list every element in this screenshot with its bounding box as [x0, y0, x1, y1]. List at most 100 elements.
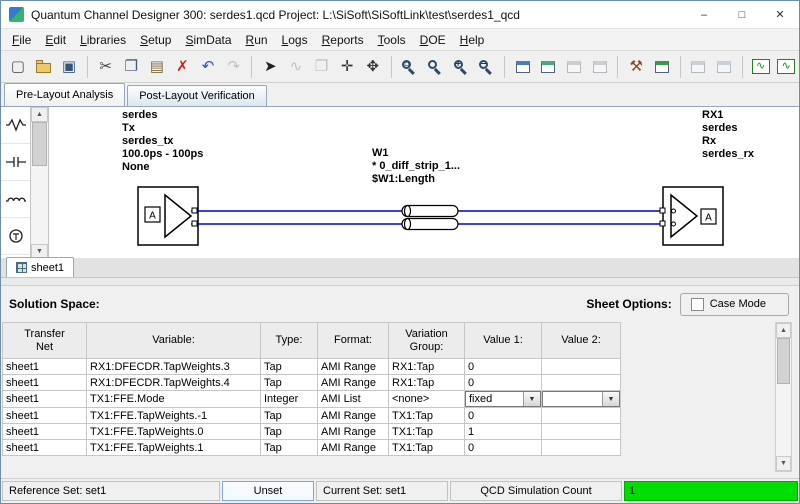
cell-transfer-net[interactable]: sheet1	[3, 408, 87, 424]
cell-transfer-net[interactable]: sheet1	[3, 391, 87, 408]
cell-transfer-net[interactable]: sheet1	[3, 375, 87, 391]
cell-value-1[interactable]: 0	[465, 440, 542, 456]
cell-type[interactable]: Tap	[261, 408, 318, 424]
column-header-value-2[interactable]: Value 2:	[542, 323, 621, 359]
cell-value-2[interactable]	[542, 359, 621, 375]
save-icon[interactable]: ▣	[57, 53, 81, 80]
menu-help[interactable]: Help	[453, 31, 492, 49]
menu-edit[interactable]: Edit	[38, 31, 73, 49]
copy-icon[interactable]: ❐	[119, 53, 143, 80]
tab-pre-layout-analysis[interactable]: Pre-Layout Analysis	[4, 83, 125, 106]
waveform-source-icon[interactable]	[1, 107, 30, 144]
cell-value-1[interactable]: fixed▼	[465, 391, 542, 408]
cell-type[interactable]: Tap	[261, 359, 318, 375]
select-pointer-icon[interactable]: ➤	[258, 53, 282, 80]
table-scrollbar[interactable]: ▲ ▼	[775, 322, 792, 472]
cell-variable[interactable]: TX1:FFE.TapWeights.1	[87, 440, 261, 456]
cell-variable[interactable]: RX1:DFECDR.TapWeights.3	[87, 359, 261, 375]
cell-value-1[interactable]: 1	[465, 424, 542, 440]
cell-variable[interactable]: TX1:FFE.Mode	[87, 391, 261, 408]
palette-scrollbar[interactable]: ▲ ▼	[31, 107, 49, 259]
combo-dropdown-icon[interactable]: ▼	[602, 392, 619, 406]
cell-transfer-net[interactable]: sheet1	[3, 424, 87, 440]
pan-tool-icon[interactable]: ✥	[361, 53, 385, 80]
zoom-out-icon[interactable]: −	[474, 53, 498, 80]
zoom-area-icon[interactable]: ▫	[398, 53, 422, 80]
table-row[interactable]: sheet1RX1:DFECDR.TapWeights.4TapAMI Rang…	[3, 375, 621, 391]
table-row[interactable]: sheet1TX1:FFE.TapWeights.1TapAMI RangeTX…	[3, 440, 621, 456]
table-row[interactable]: sheet1RX1:DFECDR.TapWeights.3TapAMI Rang…	[3, 359, 621, 375]
cell-value-2[interactable]	[542, 424, 621, 440]
scroll-down-icon[interactable]: ▼	[776, 456, 791, 471]
cell-value-2[interactable]	[542, 440, 621, 456]
delete-icon[interactable]: ✗	[171, 53, 195, 80]
paste-icon[interactable]: ▤	[145, 53, 169, 80]
cell-type[interactable]: Tap	[261, 375, 318, 391]
sheet-tab[interactable]: sheet1	[6, 257, 74, 277]
menu-logs[interactable]: Logs	[275, 31, 315, 49]
cell-type[interactable]: Tap	[261, 424, 318, 440]
menu-libraries[interactable]: Libraries	[73, 31, 133, 49]
chart-icon[interactable]	[650, 53, 674, 80]
maximize-button[interactable]: □	[723, 1, 761, 28]
capacitor-icon[interactable]	[1, 144, 30, 181]
table-scroll-thumb[interactable]	[777, 338, 790, 384]
cell-format[interactable]: AMI Range	[318, 424, 389, 440]
cell-transfer-net[interactable]: sheet1	[3, 440, 87, 456]
cell-value-2[interactable]	[542, 408, 621, 424]
unset-button[interactable]: Unset	[222, 481, 314, 501]
cell-format[interactable]: AMI Range	[318, 359, 389, 375]
menu-tools[interactable]: Tools	[371, 31, 413, 49]
panel-splitter[interactable]	[1, 278, 799, 286]
cell-variation-group[interactable]: TX1:Tap	[389, 424, 465, 440]
cell-value-2[interactable]: ▼	[542, 391, 621, 408]
tab-post-layout-verification[interactable]: Post-Layout Verification	[127, 85, 267, 106]
palette-scroll-track[interactable]	[31, 122, 48, 244]
scroll-up-icon[interactable]: ▲	[31, 107, 48, 122]
column-header-format[interactable]: Format:	[318, 323, 389, 359]
cell-variable[interactable]: TX1:FFE.TapWeights.0	[87, 424, 261, 440]
cell-format[interactable]: AMI List	[318, 391, 389, 408]
cell-variable[interactable]: TX1:FFE.TapWeights.-1	[87, 408, 261, 424]
cell-type[interactable]: Integer	[261, 391, 318, 408]
tx-buffer-symbol[interactable]	[138, 187, 198, 245]
menu-doe[interactable]: DOE	[413, 31, 453, 49]
column-header-value-1[interactable]: Value 1:	[465, 323, 542, 359]
palette-scroll-thumb[interactable]	[32, 122, 47, 166]
cell-variation-group[interactable]: TX1:Tap	[389, 408, 465, 424]
cell-value-1[interactable]: 0	[465, 408, 542, 424]
cell-variation-group[interactable]: RX1:Tap	[389, 375, 465, 391]
cell-variation-group[interactable]: RX1:Tap	[389, 359, 465, 375]
table-row[interactable]: sheet1TX1:FFE.TapWeights.0TapAMI RangeTX…	[3, 424, 621, 440]
cut-icon[interactable]: ✂	[94, 53, 118, 80]
simdata-sheet-icon[interactable]	[537, 53, 561, 80]
table-scroll-track[interactable]	[776, 338, 791, 456]
cell-variable[interactable]: RX1:DFECDR.TapWeights.4	[87, 375, 261, 391]
column-header-variable[interactable]: Variable:	[87, 323, 261, 359]
scroll-up-icon[interactable]: ▲	[776, 323, 791, 338]
undo-icon[interactable]: ↶	[196, 53, 220, 80]
menu-reports[interactable]: Reports	[315, 31, 371, 49]
menu-file[interactable]: File	[5, 31, 38, 49]
cell-format[interactable]: AMI Range	[318, 408, 389, 424]
rx-buffer-symbol[interactable]	[663, 187, 723, 245]
menu-simdata[interactable]: SimData	[178, 31, 238, 49]
cell-format[interactable]: AMI Range	[318, 440, 389, 456]
cell-type[interactable]: Tap	[261, 440, 318, 456]
cell-value-2[interactable]	[542, 375, 621, 391]
new-document-icon[interactable]: ▢	[6, 53, 30, 80]
cell-transfer-net[interactable]: sheet1	[3, 359, 87, 375]
cell-value-1[interactable]: 0	[465, 375, 542, 391]
case-mode-checkbox[interactable]	[691, 298, 704, 311]
column-header-type[interactable]: Type:	[261, 323, 318, 359]
minimize-button[interactable]: –	[685, 1, 723, 28]
transformer-icon[interactable]	[1, 218, 30, 255]
tools-wrench-icon[interactable]: ⚒	[624, 53, 648, 80]
schematic-canvas[interactable]: A	[49, 107, 799, 259]
cell-variation-group[interactable]: <none>	[389, 391, 465, 408]
open-project-icon[interactable]	[32, 53, 56, 80]
waveform-viewer-icon[interactable]: ∿	[749, 53, 773, 80]
column-header-variation-group[interactable]: Variation Group:	[389, 323, 465, 359]
zoom-fit-icon[interactable]	[423, 53, 447, 80]
value-combo[interactable]: ▼	[542, 391, 620, 407]
